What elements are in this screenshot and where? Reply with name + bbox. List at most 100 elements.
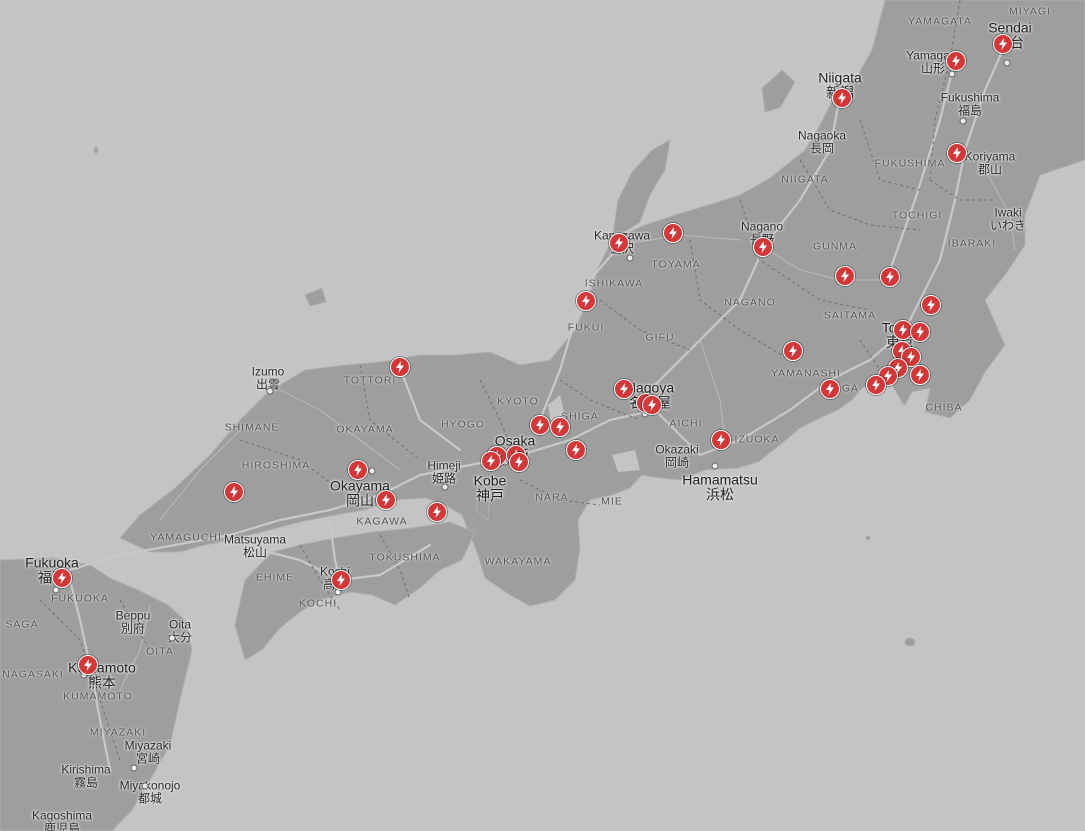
city-label-kobe[interactable]: Kobe 神戸 bbox=[474, 473, 507, 502]
charging-station-marker[interactable] bbox=[910, 322, 930, 342]
charging-station-marker[interactable] bbox=[576, 291, 596, 311]
region-label-yamanashi: YAMANASHI bbox=[770, 367, 842, 380]
city-label-matsuyama[interactable]: Matsuyama 松山 bbox=[224, 533, 286, 558]
city-label-nagaoka[interactable]: Nagaoka 長岡 bbox=[798, 129, 846, 154]
region-label-wakayama: WAKAYAMA bbox=[484, 555, 552, 568]
lightning-bolt-icon bbox=[582, 295, 590, 307]
lightning-bolt-icon bbox=[396, 361, 404, 373]
city-name-jp: 都城 bbox=[137, 791, 163, 805]
city-dot bbox=[266, 387, 274, 395]
charging-station-marker[interactable] bbox=[609, 233, 629, 253]
lightning-bolt-icon bbox=[826, 383, 834, 395]
region-label-ehime: EHIME bbox=[255, 571, 295, 584]
lightning-bolt-icon bbox=[953, 147, 961, 159]
charging-station-marker[interactable] bbox=[550, 417, 570, 437]
lightning-bolt-icon bbox=[615, 237, 623, 249]
region-label-saga: SAGA bbox=[5, 618, 39, 631]
lightning-bolt-icon bbox=[536, 419, 544, 431]
charging-station-marker[interactable] bbox=[993, 34, 1013, 54]
charging-station-marker[interactable] bbox=[663, 223, 683, 243]
city-name-en: Hamamatsu bbox=[682, 471, 758, 488]
city-label-himeji[interactable]: Himeji 姫路 bbox=[427, 459, 460, 484]
region-label-tottori: TOTTORI bbox=[343, 374, 397, 387]
city-name-en: Nagaoka bbox=[797, 128, 847, 143]
city-label-kagoshima[interactable]: Kagoshima 鹿児島 bbox=[32, 809, 92, 831]
city-dot bbox=[368, 467, 376, 475]
lightning-bolt-icon bbox=[572, 444, 580, 456]
lightning-bolt-icon bbox=[620, 383, 628, 395]
city-name-jp: 長岡 bbox=[809, 141, 835, 155]
lightning-bolt-icon bbox=[789, 345, 797, 357]
city-label-miyakonojo[interactable]: Miyakonojo 都城 bbox=[120, 779, 181, 804]
charging-station-marker[interactable] bbox=[376, 490, 396, 510]
charging-station-marker[interactable] bbox=[566, 440, 586, 460]
city-dot bbox=[711, 462, 719, 470]
city-label-kirishima[interactable]: Kirishima 霧島 bbox=[61, 763, 110, 788]
charging-station-marker[interactable] bbox=[78, 655, 98, 675]
city-name-en: Koriyama bbox=[964, 149, 1016, 164]
city-dot bbox=[130, 764, 138, 772]
charging-station-marker[interactable] bbox=[921, 295, 941, 315]
charging-station-marker[interactable] bbox=[52, 568, 72, 588]
region-label-kochi: KOCHI bbox=[298, 597, 338, 610]
lightning-bolt-icon bbox=[515, 456, 523, 468]
city-name-en: Kagoshima bbox=[31, 808, 93, 823]
city-name-jp: 宮崎 bbox=[135, 751, 160, 765]
charging-station-marker[interactable] bbox=[481, 451, 501, 471]
city-name-jp: 鹿児島 bbox=[43, 821, 81, 831]
region-label-toyama: TOYAMA bbox=[651, 258, 701, 271]
city-name-en: Beppu bbox=[115, 608, 151, 623]
region-label-tochigi: TOCHIGI bbox=[891, 209, 943, 222]
region-label-nagasaki: NAGASAKI bbox=[2, 668, 64, 681]
city-name-jp: 岡崎 bbox=[664, 455, 690, 469]
city-dot bbox=[1003, 59, 1011, 67]
charging-station-marker[interactable] bbox=[910, 365, 930, 385]
region-label-gunma: GUNMA bbox=[812, 240, 858, 253]
region-label-fukushima: FUKUSHIMA bbox=[874, 157, 946, 170]
charging-station-marker[interactable] bbox=[783, 341, 803, 361]
city-label-beppu[interactable]: Beppu 別府 bbox=[116, 609, 151, 634]
city-dot bbox=[141, 782, 149, 790]
charging-station-marker[interactable] bbox=[331, 570, 351, 590]
charging-station-marker[interactable] bbox=[866, 375, 886, 395]
city-name-jp: 松山 bbox=[242, 545, 267, 559]
lightning-bolt-icon bbox=[382, 494, 390, 506]
city-label-hamamatsu[interactable]: Hamamatsu 浜松 bbox=[682, 472, 757, 501]
charging-station-marker[interactable] bbox=[820, 379, 840, 399]
map-canvas[interactable]: Sendai仙台Yamagata山形Niigata新潟Nagaoka長岡Fuku… bbox=[0, 0, 1085, 831]
charging-station-marker[interactable] bbox=[642, 395, 662, 415]
charging-station-marker[interactable] bbox=[835, 266, 855, 286]
charging-station-marker[interactable] bbox=[348, 460, 368, 480]
charging-station-marker[interactable] bbox=[614, 379, 634, 399]
city-label-fukushima[interactable]: Fukushima 福島 bbox=[941, 91, 1000, 116]
charging-station-marker[interactable] bbox=[711, 430, 731, 450]
city-label-koriyama[interactable]: Koriyama 郡山 bbox=[965, 150, 1016, 175]
region-label-gifu: GIFU bbox=[645, 331, 675, 344]
charging-station-marker[interactable] bbox=[390, 357, 410, 377]
charging-station-marker[interactable] bbox=[509, 452, 529, 472]
region-label-hyogo: HYOGO bbox=[440, 418, 486, 431]
lightning-bolt-icon bbox=[952, 55, 960, 67]
city-name-en: Iwaki bbox=[994, 205, 1022, 220]
region-label-chiba: CHIBA bbox=[925, 401, 963, 414]
city-label-miyazaki[interactable]: Miyazaki 宮崎 bbox=[125, 739, 172, 764]
charging-station-marker[interactable] bbox=[946, 51, 966, 71]
region-label-kyoto: KYOTO bbox=[497, 395, 539, 408]
region-label-nara: NARA bbox=[535, 491, 569, 504]
city-label-iwaki[interactable]: Iwaki いわき bbox=[990, 206, 1026, 231]
city-name-en: Okazaki bbox=[655, 442, 699, 457]
charging-station-marker[interactable] bbox=[832, 88, 852, 108]
charging-station-marker[interactable] bbox=[947, 143, 967, 163]
city-label-okazaki[interactable]: Okazaki 岡崎 bbox=[655, 443, 698, 468]
region-label-niigata: NIIGATA bbox=[781, 173, 829, 186]
lightning-bolt-icon bbox=[886, 271, 894, 283]
region-label-yamagata: YAMAGATA bbox=[907, 15, 973, 28]
charging-station-marker[interactable] bbox=[224, 482, 244, 502]
lightning-bolt-icon bbox=[487, 455, 495, 467]
charging-station-marker[interactable] bbox=[880, 267, 900, 287]
charging-station-marker[interactable] bbox=[427, 502, 447, 522]
lightning-bolt-icon bbox=[337, 574, 345, 586]
charging-station-marker[interactable] bbox=[753, 237, 773, 257]
region-label-hiroshima: HIROSHIMA bbox=[241, 459, 311, 472]
charging-station-marker[interactable] bbox=[530, 415, 550, 435]
